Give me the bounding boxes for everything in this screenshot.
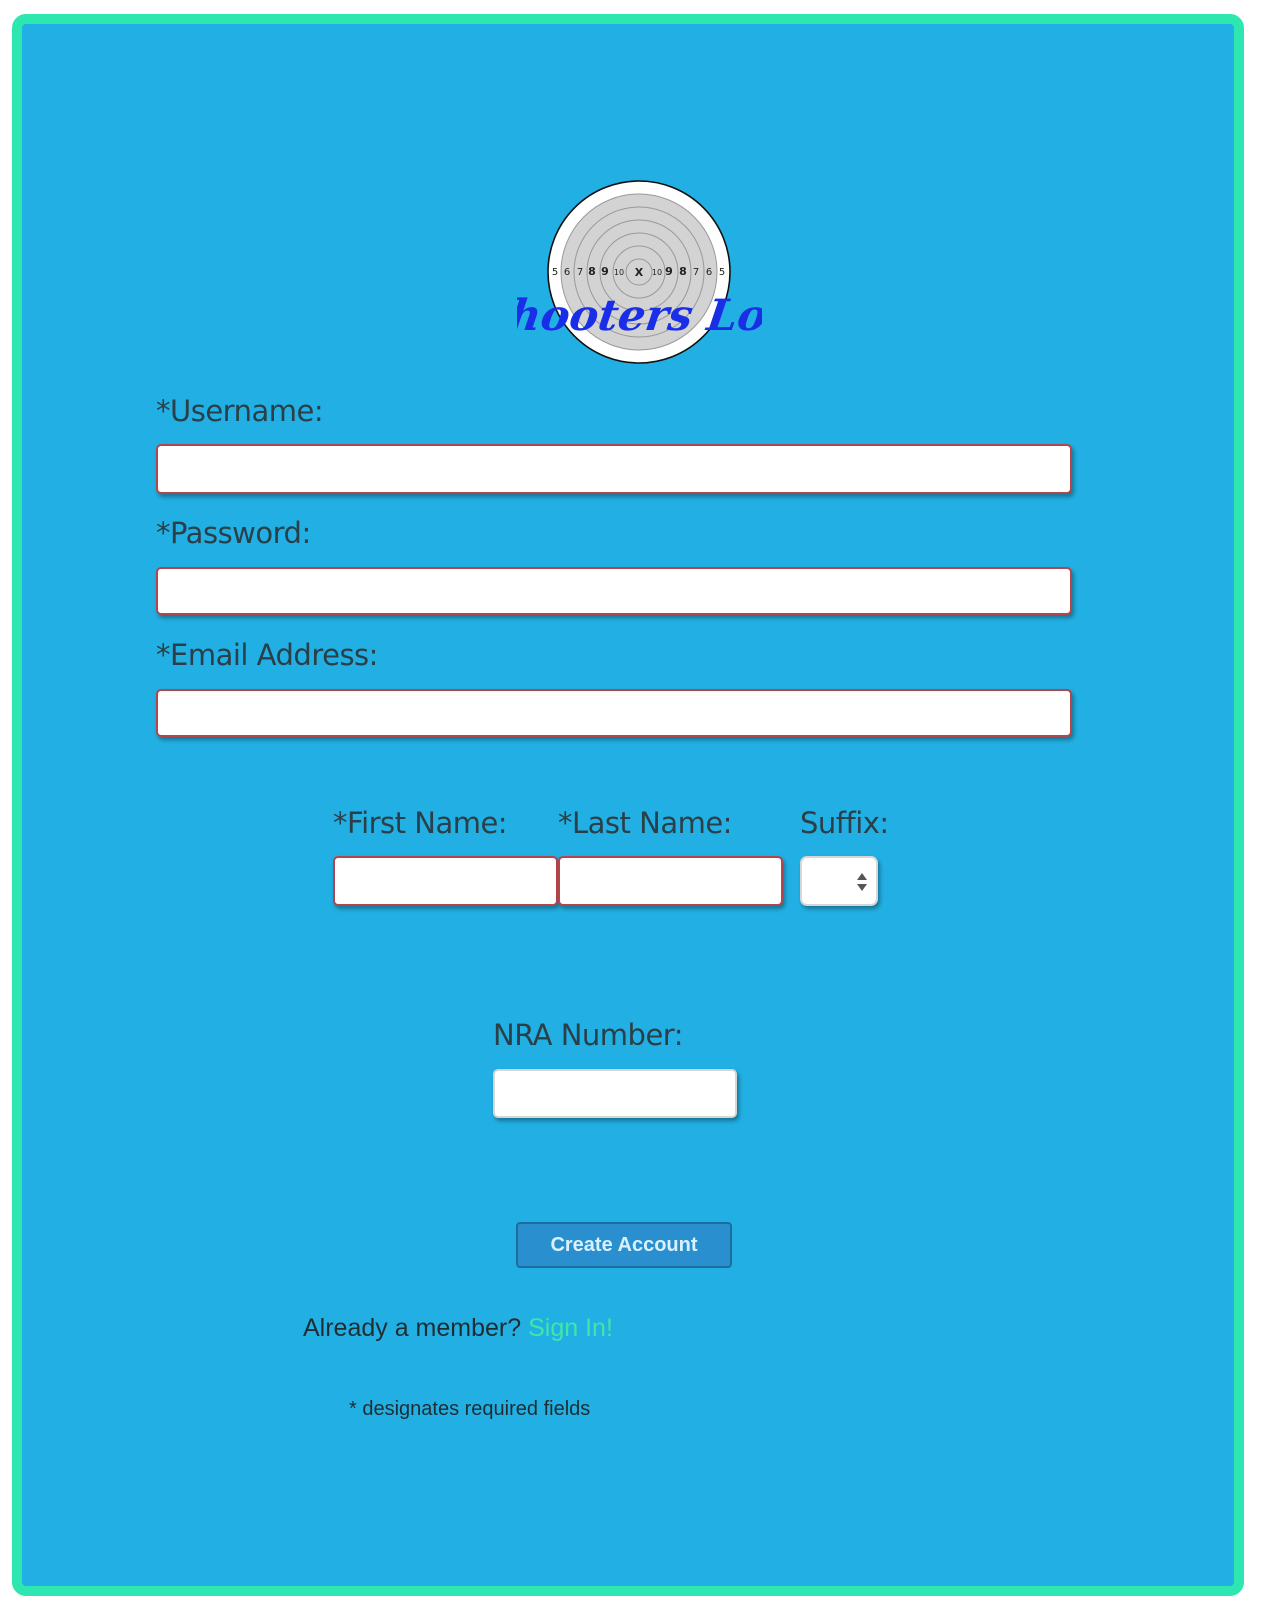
create-account-button[interactable]: Create Account xyxy=(516,1222,732,1268)
first-name-label: *First Name: xyxy=(333,806,508,840)
required-fields-note: * designates required fields xyxy=(349,1398,591,1420)
first-name-field[interactable] xyxy=(333,856,558,906)
sign-in-link[interactable]: Sign In! xyxy=(528,1314,613,1342)
ring-number: 8 xyxy=(679,265,687,278)
suffix-label: Suffix: xyxy=(800,806,889,840)
email-field[interactable] xyxy=(156,689,1072,737)
username-label: *Username: xyxy=(156,394,324,428)
password-label: *Password: xyxy=(156,516,311,550)
ring-number: 9 xyxy=(665,265,673,278)
ring-number: 6 xyxy=(564,267,570,278)
last-name-label: *Last Name: xyxy=(558,806,732,840)
nra-number-label: NRA Number: xyxy=(493,1018,683,1052)
ring-number: 5 xyxy=(552,267,558,278)
last-name-field[interactable] xyxy=(558,856,783,906)
ring-number: 9 xyxy=(601,265,609,278)
ring-number: 5 xyxy=(719,267,725,278)
bullseye-x: X xyxy=(635,266,644,279)
first-name-input[interactable] xyxy=(335,858,556,904)
username-input[interactable] xyxy=(158,446,1070,492)
suffix-select[interactable] xyxy=(800,856,878,906)
sign-in-prompt: Already a member? Sign In! xyxy=(303,1314,613,1343)
email-input[interactable] xyxy=(158,691,1070,735)
select-arrows-icon xyxy=(857,873,867,891)
password-input[interactable] xyxy=(158,569,1070,613)
ring-number: 7 xyxy=(577,267,583,278)
logo-text: Shooters Log xyxy=(517,290,762,341)
username-field[interactable] xyxy=(156,444,1072,494)
page-frame: 5 6 7 8 9 10 X 10 9 8 7 6 5 Shooters Log… xyxy=(12,14,1244,1596)
ring-number: 7 xyxy=(693,267,699,278)
nra-number-field[interactable] xyxy=(493,1069,737,1118)
ring-number: 10 xyxy=(652,268,662,277)
last-name-input[interactable] xyxy=(560,858,781,904)
ring-number: 8 xyxy=(588,265,596,278)
ring-number: 6 xyxy=(706,267,712,278)
password-field[interactable] xyxy=(156,567,1072,615)
email-label: *Email Address: xyxy=(156,638,378,672)
already-member-text: Already a member? xyxy=(303,1314,522,1342)
nra-number-input[interactable] xyxy=(495,1071,735,1116)
shooters-log-logo: 5 6 7 8 9 10 X 10 9 8 7 6 5 Shooters Log xyxy=(517,180,762,364)
ring-number: 10 xyxy=(614,268,624,277)
